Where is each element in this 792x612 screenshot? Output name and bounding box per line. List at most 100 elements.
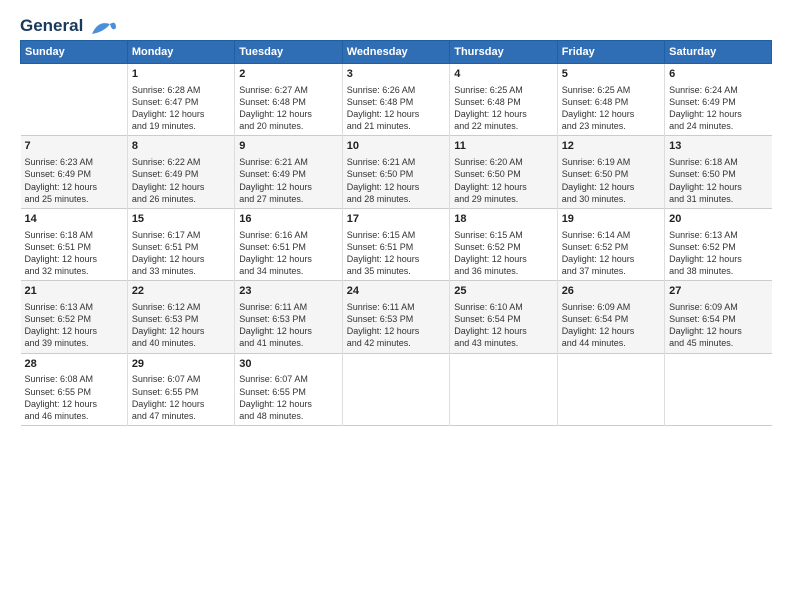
cell-text-line: and 24 minutes.	[669, 120, 767, 132]
day-number: 12	[562, 139, 660, 154]
calendar-cell: 11Sunrise: 6:20 AMSunset: 6:50 PMDayligh…	[450, 136, 557, 208]
cell-text-line: Sunset: 6:52 PM	[669, 241, 767, 253]
cell-text-line: Sunset: 6:55 PM	[239, 386, 337, 398]
cell-text-line: and 27 minutes.	[239, 193, 337, 205]
cell-text-line: Daylight: 12 hours	[562, 253, 660, 265]
cell-text-line: Sunset: 6:50 PM	[562, 168, 660, 180]
calendar-cell	[21, 64, 128, 136]
day-number: 2	[239, 67, 337, 82]
cell-text-line: Sunset: 6:51 PM	[239, 241, 337, 253]
day-number: 10	[347, 139, 445, 154]
cell-text-line: Sunset: 6:51 PM	[347, 241, 445, 253]
day-number: 19	[562, 212, 660, 227]
header-day-monday: Monday	[127, 41, 234, 64]
calendar-header: SundayMondayTuesdayWednesdayThursdayFrid…	[21, 41, 772, 64]
day-number: 13	[669, 139, 767, 154]
day-number: 9	[239, 139, 337, 154]
cell-text-line: Daylight: 12 hours	[454, 181, 552, 193]
calendar-cell: 25Sunrise: 6:10 AMSunset: 6:54 PMDayligh…	[450, 281, 557, 353]
cell-text-line: Daylight: 12 hours	[347, 325, 445, 337]
cell-text-line: Sunset: 6:48 PM	[347, 96, 445, 108]
cell-text-line: Sunrise: 6:25 AM	[454, 84, 552, 96]
calendar-cell: 15Sunrise: 6:17 AMSunset: 6:51 PMDayligh…	[127, 208, 234, 280]
header-day-thursday: Thursday	[450, 41, 557, 64]
cell-text-line: and 45 minutes.	[669, 337, 767, 349]
week-row-4: 21Sunrise: 6:13 AMSunset: 6:52 PMDayligh…	[21, 281, 772, 353]
calendar-cell: 20Sunrise: 6:13 AMSunset: 6:52 PMDayligh…	[665, 208, 772, 280]
calendar-cell: 21Sunrise: 6:13 AMSunset: 6:52 PMDayligh…	[21, 281, 128, 353]
header-row: SundayMondayTuesdayWednesdayThursdayFrid…	[21, 41, 772, 64]
cell-text-line: Daylight: 12 hours	[132, 181, 230, 193]
cell-text-line: Daylight: 12 hours	[25, 253, 123, 265]
calendar-cell: 5Sunrise: 6:25 AMSunset: 6:48 PMDaylight…	[557, 64, 664, 136]
cell-text-line: Sunset: 6:52 PM	[25, 313, 123, 325]
calendar-cell: 18Sunrise: 6:15 AMSunset: 6:52 PMDayligh…	[450, 208, 557, 280]
calendar-cell: 22Sunrise: 6:12 AMSunset: 6:53 PMDayligh…	[127, 281, 234, 353]
cell-text-line: Sunrise: 6:12 AM	[132, 301, 230, 313]
header-day-friday: Friday	[557, 41, 664, 64]
cell-text-line: and 41 minutes.	[239, 337, 337, 349]
cell-text-line: Daylight: 12 hours	[347, 108, 445, 120]
cell-text-line: Sunrise: 6:13 AM	[669, 229, 767, 241]
cell-text-line: and 38 minutes.	[669, 265, 767, 277]
calendar-cell: 2Sunrise: 6:27 AMSunset: 6:48 PMDaylight…	[235, 64, 342, 136]
cell-text-line: and 39 minutes.	[25, 337, 123, 349]
cell-text-line: and 33 minutes.	[132, 265, 230, 277]
cell-text-line: and 40 minutes.	[132, 337, 230, 349]
cell-text-line: Sunrise: 6:22 AM	[132, 156, 230, 168]
day-number: 22	[132, 284, 230, 299]
day-number: 25	[454, 284, 552, 299]
cell-text-line: Sunrise: 6:24 AM	[669, 84, 767, 96]
cell-text-line: Daylight: 12 hours	[132, 108, 230, 120]
cell-text-line: and 44 minutes.	[562, 337, 660, 349]
cell-text-line: Sunset: 6:54 PM	[669, 313, 767, 325]
day-number: 20	[669, 212, 767, 227]
cell-text-line: Sunset: 6:55 PM	[25, 386, 123, 398]
calendar-cell: 7Sunrise: 6:23 AMSunset: 6:49 PMDaylight…	[21, 136, 128, 208]
week-row-3: 14Sunrise: 6:18 AMSunset: 6:51 PMDayligh…	[21, 208, 772, 280]
cell-text-line: Daylight: 12 hours	[347, 253, 445, 265]
cell-text-line: and 30 minutes.	[562, 193, 660, 205]
cell-text-line: Sunset: 6:49 PM	[132, 168, 230, 180]
day-number: 7	[25, 139, 123, 154]
calendar-cell: 6Sunrise: 6:24 AMSunset: 6:49 PMDaylight…	[665, 64, 772, 136]
cell-text-line: Sunset: 6:50 PM	[454, 168, 552, 180]
cell-text-line: and 25 minutes.	[25, 193, 123, 205]
calendar-cell: 28Sunrise: 6:08 AMSunset: 6:55 PMDayligh…	[21, 353, 128, 425]
day-number: 17	[347, 212, 445, 227]
cell-text-line: and 28 minutes.	[347, 193, 445, 205]
calendar-cell	[557, 353, 664, 425]
day-number: 28	[25, 357, 123, 372]
cell-text-line: Daylight: 12 hours	[132, 325, 230, 337]
day-number: 18	[454, 212, 552, 227]
header-day-wednesday: Wednesday	[342, 41, 449, 64]
cell-text-line: Sunset: 6:54 PM	[454, 313, 552, 325]
calendar-cell: 29Sunrise: 6:07 AMSunset: 6:55 PMDayligh…	[127, 353, 234, 425]
cell-text-line: Sunrise: 6:20 AM	[454, 156, 552, 168]
day-number: 15	[132, 212, 230, 227]
cell-text-line: Sunrise: 6:11 AM	[239, 301, 337, 313]
cell-text-line: Sunrise: 6:19 AM	[562, 156, 660, 168]
header: General	[20, 16, 772, 32]
cell-text-line: Daylight: 12 hours	[25, 398, 123, 410]
header-day-tuesday: Tuesday	[235, 41, 342, 64]
calendar-table: SundayMondayTuesdayWednesdayThursdayFrid…	[20, 40, 772, 426]
calendar-cell: 3Sunrise: 6:26 AMSunset: 6:48 PMDaylight…	[342, 64, 449, 136]
day-number: 1	[132, 67, 230, 82]
cell-text-line: Sunrise: 6:07 AM	[239, 373, 337, 385]
cell-text-line: and 26 minutes.	[132, 193, 230, 205]
calendar-cell: 30Sunrise: 6:07 AMSunset: 6:55 PMDayligh…	[235, 353, 342, 425]
week-row-5: 28Sunrise: 6:08 AMSunset: 6:55 PMDayligh…	[21, 353, 772, 425]
cell-text-line: Daylight: 12 hours	[25, 325, 123, 337]
cell-text-line: and 35 minutes.	[347, 265, 445, 277]
cell-text-line: Sunset: 6:51 PM	[132, 241, 230, 253]
cell-text-line: and 23 minutes.	[562, 120, 660, 132]
cell-text-line: Daylight: 12 hours	[454, 108, 552, 120]
cell-text-line: Sunrise: 6:27 AM	[239, 84, 337, 96]
cell-text-line: Sunset: 6:48 PM	[454, 96, 552, 108]
calendar-cell: 9Sunrise: 6:21 AMSunset: 6:49 PMDaylight…	[235, 136, 342, 208]
calendar-cell: 4Sunrise: 6:25 AMSunset: 6:48 PMDaylight…	[450, 64, 557, 136]
cell-text-line: Daylight: 12 hours	[669, 325, 767, 337]
cell-text-line: Sunrise: 6:15 AM	[454, 229, 552, 241]
cell-text-line: Sunrise: 6:14 AM	[562, 229, 660, 241]
